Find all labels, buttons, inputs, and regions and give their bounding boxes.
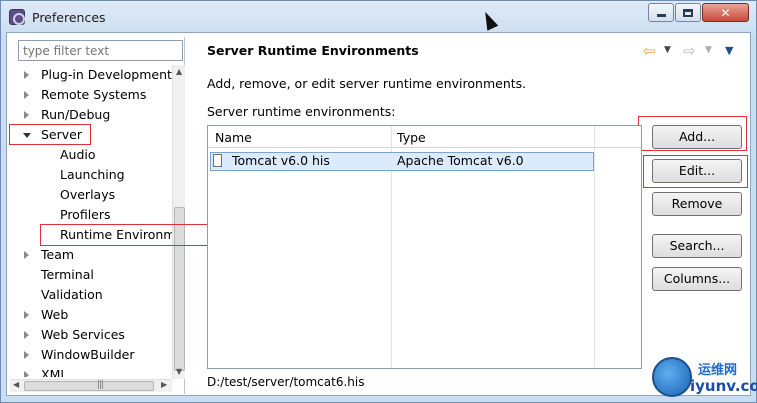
scroll-left-icon[interactable]: ◀	[13, 380, 19, 389]
add-button[interactable]: Add...	[652, 125, 742, 149]
expand-icon[interactable]	[24, 371, 29, 377]
tree-vertical-scrollbar[interactable]: ▲ ▼	[172, 65, 185, 379]
page-title: Server Runtime Environments	[207, 43, 419, 58]
tree-horizontal-scrollbar[interactable]: ◀ ||| ▶	[10, 379, 172, 392]
scroll-thumb[interactable]: |||	[24, 380, 154, 391]
runtime-location: D:/test/server/tomcat6.his	[207, 375, 365, 389]
forward-menu-icon[interactable]: ▼	[705, 45, 712, 55]
expand-icon[interactable]	[24, 71, 29, 79]
watermark-url: iyunv.com	[690, 377, 757, 395]
expand-icon[interactable]	[24, 331, 29, 339]
checkbox-icon[interactable]	[213, 154, 222, 167]
page-description: Add, remove, or edit server runtime envi…	[207, 76, 527, 91]
edit-button[interactable]: Edit...	[652, 159, 742, 183]
filter-input[interactable]	[18, 40, 183, 61]
close-icon: ✕	[720, 5, 731, 20]
search-button[interactable]: Search...	[652, 234, 742, 258]
expand-icon[interactable]	[24, 91, 29, 99]
grip-icon: |||	[97, 380, 104, 390]
table-header: Name Type	[208, 126, 641, 148]
title-bar[interactable]: Preferences ✕	[1, 1, 757, 33]
view-menu-icon[interactable]: ▼	[725, 44, 733, 57]
eclipse-icon	[9, 9, 25, 25]
expand-icon[interactable]	[24, 351, 29, 359]
highlight-server	[9, 124, 91, 145]
cell-type: Apache Tomcat v6.0	[397, 153, 524, 168]
back-menu-icon[interactable]: ▼	[664, 45, 671, 55]
expand-icon[interactable]	[24, 311, 29, 319]
highlight-runtime-environments	[40, 224, 218, 246]
runtime-list-label: Server runtime environments:	[207, 104, 396, 119]
minimize-button[interactable]	[648, 3, 674, 22]
column-header-name[interactable]: Name	[215, 130, 252, 145]
preference-tree-panel: Plug-in Development Remote Systems Run/D…	[8, 37, 185, 394]
preference-tree: Plug-in Development Remote Systems Run/D…	[10, 65, 172, 377]
scroll-up-icon[interactable]: ▲	[176, 67, 182, 76]
remove-button[interactable]: Remove	[652, 192, 742, 216]
logo-icon	[652, 357, 692, 397]
back-arrow-icon[interactable]: ⇦	[643, 42, 656, 60]
expand-icon[interactable]	[24, 111, 29, 119]
scroll-right-icon[interactable]: ▶	[161, 380, 167, 389]
column-divider	[594, 126, 595, 367]
cell-name: Tomcat v6.0 his	[232, 153, 330, 168]
window-title: Preferences	[32, 10, 106, 25]
runtime-table[interactable]: Name Type Tomcat v6.0 his Apache Tomcat …	[207, 125, 642, 369]
watermark-text: 运维网	[698, 363, 738, 378]
maximize-button[interactable]	[675, 3, 701, 22]
close-button[interactable]: ✕	[702, 3, 749, 22]
scroll-down-icon[interactable]: ▼	[176, 367, 182, 376]
maximize-icon	[683, 8, 693, 17]
forward-arrow-icon[interactable]: ⇨	[683, 42, 696, 60]
watermark-logo: 运维网 iyunv.com	[650, 355, 757, 401]
expand-icon[interactable]	[24, 251, 29, 259]
column-header-type[interactable]: Type	[397, 130, 426, 145]
columns-button[interactable]: Columns...	[652, 267, 742, 291]
minimize-icon	[656, 14, 666, 17]
